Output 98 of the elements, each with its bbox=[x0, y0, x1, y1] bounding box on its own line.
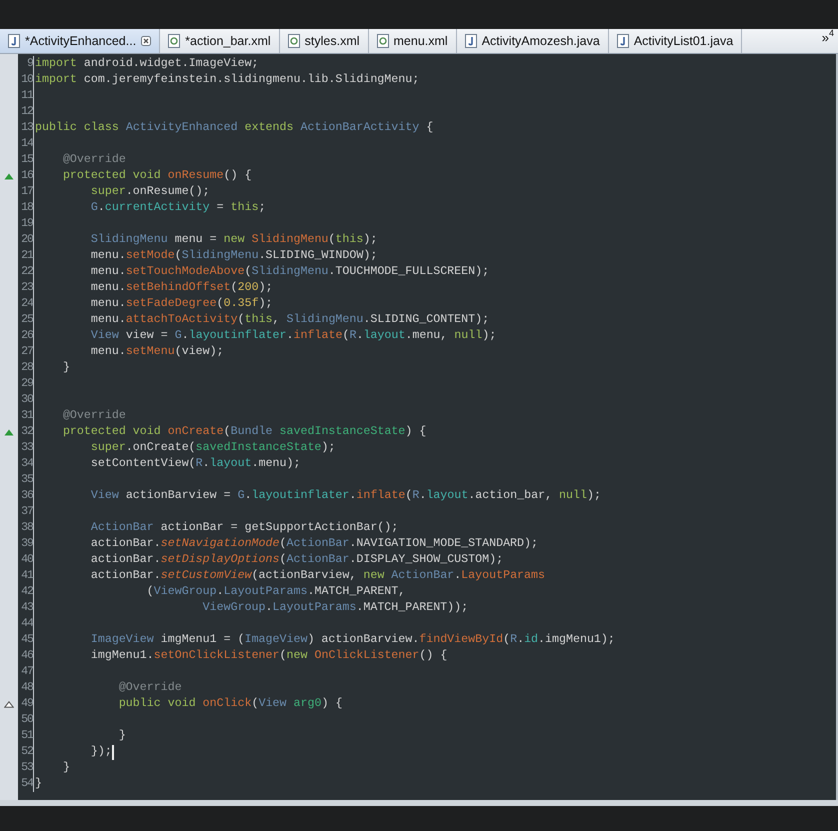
code-line: super.onCreate(savedInstanceState); bbox=[90, 440, 336, 456]
xml-file-icon bbox=[376, 34, 389, 48]
line-number: 30 bbox=[18, 392, 34, 408]
override-marker-icon bbox=[4, 428, 14, 436]
code-line: View view = G.layoutinflater.inflate(R.layout.menu, null); bbox=[90, 328, 496, 344]
code-line: menu.attachToActivity(this, SlidingMenu.SLIDING_CONTENT); bbox=[90, 312, 490, 328]
java-file-icon bbox=[464, 34, 477, 48]
line-number: 10 bbox=[18, 72, 34, 88]
code-line: menu.setMenu(view); bbox=[90, 344, 224, 360]
code-line: menu.setTouchModeAbove(SlidingMenu.TOUCHMODE_FULLSCREEN); bbox=[90, 264, 490, 280]
line-number: 37 bbox=[18, 504, 34, 520]
code-line: menu.setFadeDegree(0.35f); bbox=[90, 296, 273, 312]
code-line: import com.jeremyfeinstein.slidingmenu.lib.SlidingMenu; bbox=[34, 72, 420, 88]
line-number: 18 bbox=[18, 200, 34, 216]
line-number: 52 bbox=[18, 744, 34, 760]
line-number: 24 bbox=[18, 296, 34, 312]
code-line: super.onResume(); bbox=[90, 184, 210, 200]
line-number: 11 bbox=[18, 88, 34, 104]
line-number: 53 bbox=[18, 760, 34, 776]
editor-tab[interactable]: menu.xml bbox=[368, 29, 457, 53]
line-number: 38 bbox=[18, 520, 34, 536]
code-line: public void onClick(View arg0) { bbox=[118, 696, 342, 712]
editor-tab[interactable]: *ActivityEnhanced... bbox=[0, 29, 160, 53]
horizontal-scrollbar[interactable] bbox=[0, 800, 838, 806]
close-icon[interactable] bbox=[141, 36, 152, 46]
line-number: 44 bbox=[18, 616, 34, 632]
override-marker-icon bbox=[4, 172, 14, 180]
line-number: 16 bbox=[18, 168, 34, 184]
code-line: menu.setMode(SlidingMenu.SLIDING_WINDOW); bbox=[90, 248, 378, 264]
xml-file-icon bbox=[288, 34, 300, 48]
code-line: actionBar.setCustomView(actionBarview, new ActionBar.LayoutParams bbox=[90, 568, 545, 584]
code-line: public class ActivityEnhanced extends ActionBarActivity { bbox=[34, 120, 434, 136]
line-number: 28 bbox=[18, 360, 34, 376]
code-line: } bbox=[118, 728, 126, 744]
line-number: 48 bbox=[18, 680, 34, 696]
line-number: 46 bbox=[18, 648, 34, 664]
java-file-icon bbox=[616, 34, 629, 48]
line-number: 13 bbox=[18, 120, 34, 136]
code-line: }); bbox=[90, 744, 112, 760]
line-number: 42 bbox=[18, 584, 34, 600]
line-number: 31 bbox=[18, 408, 34, 424]
editor-tab[interactable]: ActivityAmozesh.java bbox=[456, 29, 609, 53]
line-number: 43 bbox=[18, 600, 34, 616]
line-number: 27 bbox=[18, 344, 34, 360]
code-line: actionBar.setNavigationMode(ActionBar.NAVIGATION_MODE_STANDARD); bbox=[90, 536, 538, 552]
editor-tab[interactable]: ActivityList01.java bbox=[608, 29, 742, 53]
line-number: 33 bbox=[18, 440, 34, 456]
code-line: (ViewGroup.LayoutParams.MATCH_PARENT, bbox=[146, 584, 406, 600]
line-number: 26 bbox=[18, 328, 34, 344]
code-line: SlidingMenu menu = new SlidingMenu(this); bbox=[90, 232, 378, 248]
code-line: G.currentActivity = this; bbox=[90, 200, 266, 216]
line-number: 12 bbox=[18, 104, 34, 120]
line-number: 17 bbox=[18, 184, 34, 200]
line-number: 23 bbox=[18, 280, 34, 296]
line-number: 39 bbox=[18, 536, 34, 552]
editor-tab[interactable]: styles.xml bbox=[280, 29, 369, 53]
code-line: } bbox=[34, 776, 42, 792]
code-line: @Override bbox=[62, 408, 126, 424]
line-number: 40 bbox=[18, 552, 34, 568]
line-number: 34 bbox=[18, 456, 34, 472]
line-number: 35 bbox=[18, 472, 34, 488]
java-file-icon bbox=[8, 34, 20, 48]
line-number: 54 bbox=[18, 776, 34, 792]
line-number: 14 bbox=[18, 136, 34, 152]
line-number: 19 bbox=[18, 216, 34, 232]
line-number: 21 bbox=[18, 248, 34, 264]
code-line: imgMenu1.setOnClickListener(new OnClickListener() { bbox=[90, 648, 448, 664]
line-number: 22 bbox=[18, 264, 34, 280]
line-number: 47 bbox=[18, 664, 34, 680]
line-number: 50 bbox=[18, 712, 34, 728]
line-number: 32 bbox=[18, 424, 34, 440]
code-line: @Override bbox=[62, 152, 126, 168]
code-line: ViewGroup.LayoutParams.MATCH_PARENT)); bbox=[202, 600, 468, 616]
line-number: 45 bbox=[18, 632, 34, 648]
line-number: 9 bbox=[18, 56, 34, 72]
line-number: 36 bbox=[18, 488, 34, 504]
line-number: 29 bbox=[18, 376, 34, 392]
code-line: protected void onResume() { bbox=[62, 168, 252, 184]
code-line: } bbox=[62, 760, 70, 776]
code-line: protected void onCreate(Bundle savedInstanceState) { bbox=[62, 424, 426, 440]
line-number: 41 bbox=[18, 568, 34, 584]
code-line: ActionBar actionBar = getSupportActionBar(); bbox=[90, 520, 398, 536]
code-line: ImageView imgMenu1 = (ImageView) actionBarview.findViewById(R.id.imgMenu1); bbox=[90, 632, 615, 648]
code-line: import android.widget.ImageView; bbox=[34, 56, 259, 72]
xml-file-icon bbox=[168, 34, 180, 48]
line-number: 49 bbox=[18, 696, 34, 712]
code-line: setContentView(R.layout.menu); bbox=[90, 456, 300, 472]
code-line: @Override bbox=[118, 680, 182, 696]
implement-marker-icon bbox=[4, 700, 14, 708]
line-number: 25 bbox=[18, 312, 34, 328]
code-line: } bbox=[62, 360, 70, 376]
code-line: View actionBarview = G.layoutinflater.inflate(R.layout.action_bar, null); bbox=[90, 488, 601, 504]
line-number: 20 bbox=[18, 232, 34, 248]
line-number: 51 bbox=[18, 728, 34, 744]
code-line: menu.setBehindOffset(200); bbox=[90, 280, 273, 296]
code-line: actionBar.setDisplayOptions(ActionBar.DISPLAY_SHOW_CUSTOM); bbox=[90, 552, 504, 568]
editor-tab[interactable]: *action_bar.xml bbox=[160, 29, 280, 53]
line-number: 15 bbox=[18, 152, 34, 168]
